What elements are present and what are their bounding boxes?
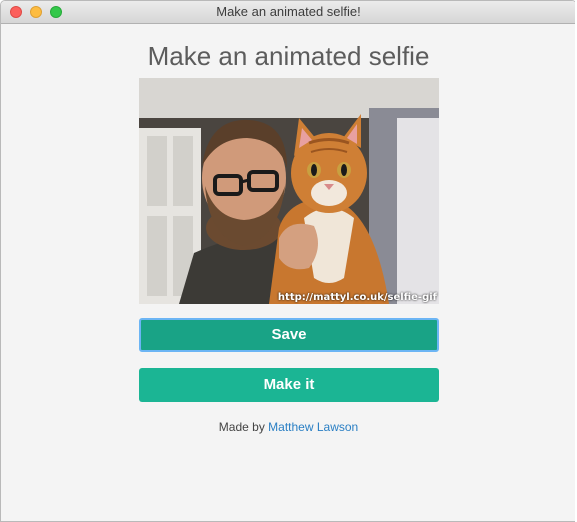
watermark-text: http://mattyl.co.uk/selfie-gif: [277, 292, 437, 303]
page-title: Make an animated selfie: [147, 41, 430, 71]
make-it-button[interactable]: Make it: [139, 368, 439, 402]
main-content: Make an animated selfie http://mattyl.co…: [1, 24, 576, 521]
window-title: Make an animated selfie!: [216, 4, 361, 19]
save-button[interactable]: Save: [139, 318, 439, 352]
selfie-image: [139, 78, 439, 304]
footer-credit: Made by Matthew Lawson: [1, 420, 576, 434]
author-link[interactable]: Matthew Lawson: [268, 420, 358, 434]
title-bar[interactable]: Make an animated selfie!: [1, 1, 576, 24]
credit-prefix: Made by: [218, 420, 269, 434]
app-window: Make an animated selfie! Make an animate…: [0, 0, 577, 522]
selfie-preview: http://mattyl.co.uk/selfie-gif: [139, 78, 439, 304]
